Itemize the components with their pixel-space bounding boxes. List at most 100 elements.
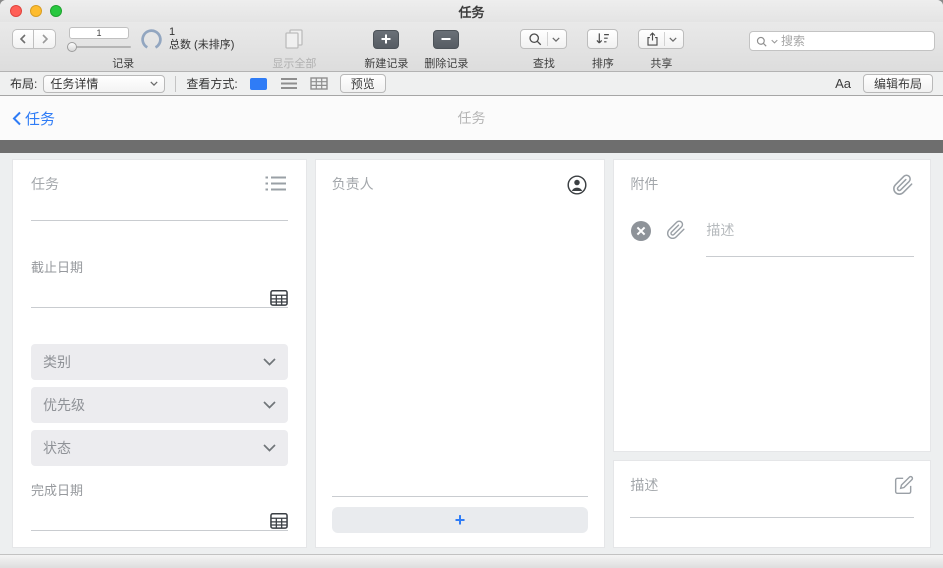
add-assignee-button[interactable]: + — [331, 507, 589, 533]
edit-layout-button[interactable]: 编辑布局 — [862, 74, 933, 93]
due-date-label: 截止日期 — [31, 260, 84, 275]
share-icon — [647, 32, 658, 46]
search-icon — [756, 36, 767, 47]
task-field[interactable] — [31, 220, 288, 221]
person-icon[interactable] — [566, 174, 588, 196]
next-record-button[interactable] — [34, 29, 56, 49]
attachment-description-label: 描述 — [706, 222, 735, 238]
found-set-pie-icon — [141, 28, 162, 50]
description-panel: 描述 — [613, 460, 931, 548]
sort-label: 排序 — [591, 58, 614, 70]
status-toolbar: 1 1 总数 (未排序) 记录 显示全部 新建记录 删除记录 查找 排序 共享 … — [0, 22, 943, 72]
list-view-icon — [280, 78, 297, 89]
plus-icon: + — [454, 510, 466, 530]
form-view-button[interactable] — [248, 76, 270, 92]
attachments-panel: 附件 描述 — [613, 159, 931, 452]
delete-record-label: 删除记录 — [424, 58, 469, 70]
back-button[interactable]: 任务 — [12, 108, 55, 129]
new-record-group: 新建记录 — [364, 26, 408, 71]
record-slider-group: 1 — [66, 26, 132, 52]
description-label: 描述 — [630, 477, 659, 493]
close-button[interactable] — [10, 5, 22, 17]
attachment-row: 描述 — [630, 220, 914, 257]
share-group: 共享 — [638, 26, 685, 71]
search-icon — [529, 33, 542, 46]
show-all-label: 显示全部 — [272, 58, 317, 70]
status-dropdown[interactable]: 状态 — [31, 430, 288, 466]
completion-date-field[interactable] — [31, 499, 288, 531]
form-view-icon — [250, 77, 268, 90]
records-group-label: 记录 — [112, 58, 135, 70]
description-field[interactable] — [630, 517, 914, 518]
record-number-field[interactable]: 1 — [69, 26, 129, 39]
new-record-button[interactable] — [373, 29, 400, 49]
task-field-label: 任务 — [31, 176, 59, 192]
share-button[interactable] — [638, 29, 685, 49]
completion-date-label: 完成日期 — [31, 483, 84, 498]
formatting-bar-button[interactable]: Aa — [829, 76, 857, 91]
find-button[interactable] — [520, 29, 568, 49]
records-group: 1 1 总数 (未排序) 记录 — [12, 26, 234, 71]
new-record-label: 新建记录 — [364, 58, 409, 70]
record-slider[interactable] — [67, 41, 131, 52]
remove-attachment-button[interactable] — [630, 220, 652, 242]
app-window: 任务 1 1 总数 (未排序) 记录 显示全部 新建记录 删除记录 查找 排序 … — [0, 0, 943, 568]
plus-icon — [381, 34, 391, 44]
attachment-description-field[interactable] — [706, 256, 914, 257]
chevron-down-icon — [150, 81, 158, 86]
list-view-button[interactable] — [278, 76, 300, 92]
divider — [175, 75, 177, 92]
preview-label: 预览 — [350, 77, 375, 91]
attachments-label: 附件 — [630, 176, 659, 192]
layout-select-value: 任务详情 — [50, 77, 99, 91]
assignee-portal-row[interactable] — [331, 496, 589, 497]
view-as-label: 查看方式: — [186, 77, 238, 91]
task-panel: 任务 截止日期 类别 优先级 状态 完成日期 — [12, 159, 307, 548]
back-label: 任务 — [25, 110, 56, 128]
share-label: 共享 — [650, 58, 673, 70]
edit-icon[interactable] — [894, 475, 914, 495]
record-count: 1 总数 (未排序) — [169, 26, 234, 51]
minimize-button[interactable] — [30, 5, 42, 17]
attachment-paperclip-icon[interactable] — [666, 220, 686, 240]
due-date-field[interactable] — [31, 276, 288, 308]
record-count-number: 1 — [169, 26, 176, 39]
chevron-down-icon[interactable] — [669, 36, 678, 42]
right-column: 附件 描述 描述 — [613, 159, 931, 548]
zoom-button[interactable] — [50, 5, 62, 17]
chevron-down-icon — [263, 444, 276, 452]
delete-record-button[interactable] — [433, 29, 460, 49]
delete-record-group: 删除记录 — [424, 26, 468, 71]
priority-dropdown[interactable]: 优先级 — [31, 387, 288, 423]
chevron-down-icon[interactable] — [552, 36, 561, 42]
preview-button[interactable]: 预览 — [339, 74, 386, 93]
search-input[interactable] — [781, 34, 929, 48]
table-view-icon — [309, 77, 328, 90]
priority-label: 优先级 — [43, 397, 85, 413]
sort-button[interactable] — [587, 29, 619, 49]
find-group: 查找 — [520, 26, 568, 71]
button-divider — [664, 32, 666, 46]
calendar-icon[interactable] — [269, 289, 288, 306]
layout-title: 任务 — [457, 110, 486, 126]
category-dropdown[interactable]: 类别 — [31, 344, 288, 380]
show-all-button[interactable] — [282, 28, 306, 50]
paperclip-icon[interactable] — [892, 174, 914, 196]
task-list-icon[interactable] — [264, 174, 288, 194]
assignee-label: 负责人 — [331, 176, 374, 192]
layout-select[interactable]: 任务详情 — [43, 74, 166, 93]
record-header: 任务 任务 — [0, 96, 943, 140]
chevron-left-icon — [12, 111, 21, 125]
slider-handle[interactable] — [67, 41, 77, 52]
table-view-button[interactable] — [308, 76, 330, 92]
layout-label: 布局: — [10, 77, 38, 91]
record-body: 任务 截止日期 类别 优先级 状态 完成日期 负责人 + 附件 描述 描述 — [0, 153, 943, 554]
search-field[interactable] — [749, 31, 935, 51]
calendar-icon[interactable] — [269, 512, 288, 529]
previous-record-button[interactable] — [12, 29, 34, 49]
chevron-down-icon[interactable] — [771, 39, 778, 44]
layout-bar: 布局: 任务详情 查看方式: 预览 Aa 编辑布局 — [0, 72, 943, 96]
circle-x-icon — [631, 221, 652, 241]
assignee-panel: 负责人 + — [314, 159, 606, 548]
sort-group: 排序 — [587, 26, 619, 71]
